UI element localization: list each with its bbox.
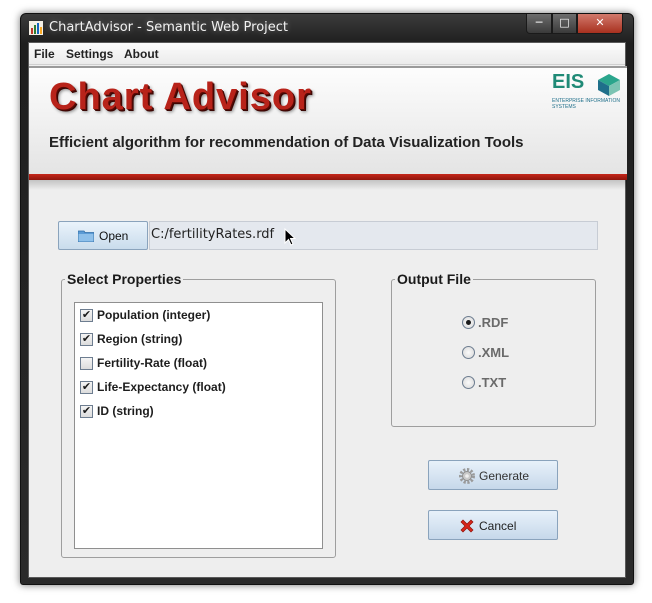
property-row-life-expectancy[interactable]: ✔ Life-Expectancy (float) (80, 380, 310, 396)
cancel-button[interactable]: Cancel (428, 510, 558, 540)
property-row-fertility-rate[interactable]: Fertility-Rate (float) (80, 356, 310, 372)
maximize-button[interactable]: □ (552, 14, 577, 34)
property-label: Life-Expectancy (float) (97, 380, 226, 394)
select-properties-group: Select Properties ✔ Population (integer)… (61, 271, 336, 558)
radio-option-xml[interactable]: .XML (462, 345, 562, 361)
menu-bar: File Settings About (29, 43, 625, 65)
eis-logo-text: EIS (552, 71, 585, 93)
open-button[interactable]: Open (58, 221, 148, 250)
folder-icon (78, 230, 94, 242)
radio-label: .XML (478, 345, 510, 360)
property-row-region[interactable]: ✔ Region (string) (80, 332, 310, 348)
radio-label: .TXT (478, 375, 507, 390)
radio-button-txt[interactable] (462, 376, 475, 389)
eis-logo-subtext: ENTERPRISE INFORMATION SYSTEMS (552, 98, 620, 110)
radio-button-rdf[interactable] (462, 316, 475, 329)
banner-title: Chart Advisor (49, 76, 312, 118)
minimize-button[interactable]: ─ (526, 14, 552, 34)
window-title: ChartAdvisor - Semantic Web Project (49, 20, 289, 35)
property-row-id[interactable]: ✔ ID (string) (80, 404, 310, 420)
banner-shadow (29, 180, 627, 190)
mouse-cursor-icon (284, 228, 296, 246)
maximize-icon: □ (559, 16, 570, 29)
checkbox-life-expectancy[interactable]: ✔ (80, 381, 93, 394)
red-x-icon (460, 519, 474, 533)
header-banner: Chart Advisor Efficient algorithm for re… (29, 66, 627, 174)
file-path-text: C:/fertilityRates.rdf (151, 227, 275, 242)
menu-about[interactable]: About (124, 47, 159, 61)
property-row-population[interactable]: ✔ Population (integer) (80, 308, 310, 324)
checkbox-fertility-rate[interactable] (80, 357, 93, 370)
property-label: Fertility-Rate (float) (97, 356, 208, 370)
select-properties-title: Select Properties (65, 271, 184, 287)
radio-button-xml[interactable] (462, 346, 475, 359)
app-window: ChartAdvisor - Semantic Web Project ─ □ … (20, 13, 634, 585)
output-file-group: Output File .RDF .XML .TXT (391, 271, 596, 427)
minimize-icon: ─ (535, 16, 543, 29)
open-label: Open (99, 229, 129, 243)
cancel-label: Cancel (479, 519, 517, 533)
generate-label: Generate (479, 469, 530, 483)
property-label: Population (integer) (97, 308, 211, 322)
menu-file[interactable]: File (34, 47, 55, 61)
properties-list[interactable]: ✔ Population (integer) ✔ Region (string)… (74, 302, 323, 549)
gear-icon (459, 468, 475, 484)
file-path-field[interactable]: C:/fertilityRates.rdf (149, 221, 598, 250)
checkbox-id[interactable]: ✔ (80, 405, 93, 418)
output-file-title: Output File (395, 271, 473, 287)
close-button[interactable]: ✕ (577, 14, 623, 34)
property-label: ID (string) (97, 404, 154, 418)
radio-option-rdf[interactable]: .RDF (462, 315, 562, 331)
eis-logo: EIS ENTERPRISE INFORMATION SYSTEMS (552, 71, 624, 115)
checkbox-population[interactable]: ✔ (80, 309, 93, 322)
title-bar[interactable]: ChartAdvisor - Semantic Web Project ─ □ … (21, 14, 633, 42)
checkbox-region[interactable]: ✔ (80, 333, 93, 346)
property-label: Region (string) (97, 332, 183, 346)
radio-option-txt[interactable]: .TXT (462, 375, 562, 391)
close-icon: ✕ (595, 16, 605, 29)
generate-button[interactable]: Generate (428, 460, 558, 490)
client-area: File Settings About Chart Advisor Effici… (28, 42, 627, 578)
menu-settings[interactable]: Settings (66, 47, 113, 61)
banner-subtitle: Efficient algorithm for recommendation o… (49, 134, 524, 151)
radio-label: .RDF (478, 315, 509, 330)
eis-cube-icon (598, 74, 620, 96)
chart-app-icon (29, 21, 43, 35)
